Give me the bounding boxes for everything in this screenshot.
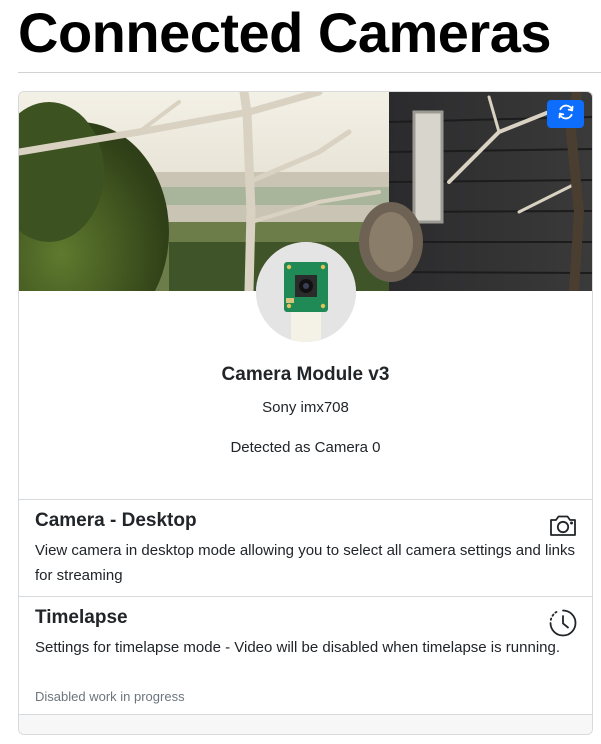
item-note: Disabled work in progress <box>35 689 185 704</box>
item-title: Camera - Desktop <box>35 510 197 531</box>
refresh-button[interactable] <box>547 100 584 128</box>
refresh-icon <box>557 103 575 126</box>
camera-sensor: Sony imx708 <box>262 399 349 416</box>
page-title: Connected Cameras <box>18 1 552 64</box>
timelapse-link[interactable]: Timelapse Settings for timelapse mode - … <box>19 596 592 715</box>
title-divider <box>18 72 601 73</box>
camera-desktop-link[interactable]: Camera - Desktop View camera in desktop … <box>19 499 592 597</box>
camera-detected-status: Detected as Camera 0 <box>230 439 381 456</box>
card-footer <box>19 714 592 734</box>
page: Connected Cameras Camera Module v3 Sony … <box>0 0 601 744</box>
camera-card: Camera Module v3 Sony imx708 Detected as… <box>18 91 593 735</box>
item-description: View camera in desktop mode allowing you… <box>35 542 575 584</box>
item-description: Settings for timelapse mode - Video will… <box>35 639 561 656</box>
camera-module-avatar <box>256 242 356 342</box>
item-title: Timelapse <box>35 607 128 628</box>
camera-name: Camera Module v3 <box>221 364 390 385</box>
